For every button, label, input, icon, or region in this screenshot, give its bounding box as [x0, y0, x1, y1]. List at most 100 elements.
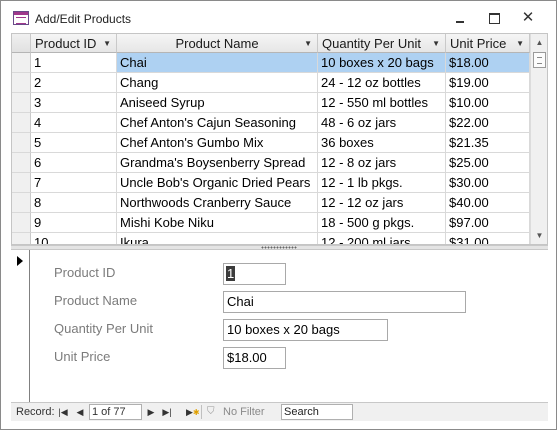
product-name-cell[interactable]: Chang	[117, 73, 318, 93]
table-row[interactable]: 10 Ikura 12 - 200 ml jars $31.00	[12, 233, 530, 244]
quantity-per-unit-field[interactable]: 10 boxes x 20 bags	[223, 319, 388, 341]
product-id-cell[interactable]: 6	[31, 153, 117, 173]
column-header-label: Unit Price	[450, 36, 507, 51]
unit-price-cell[interactable]: $30.00	[446, 173, 530, 193]
minimize-button[interactable]	[449, 9, 471, 27]
table-row[interactable]: 2 Chang 24 - 12 oz bottles $19.00	[12, 73, 530, 93]
vertical-scrollbar[interactable]: ▲ ▼	[530, 34, 547, 244]
row-selector[interactable]	[12, 133, 31, 153]
select-all-corner[interactable]	[12, 34, 31, 53]
chevron-down-icon[interactable]: ▼	[432, 34, 440, 53]
table-row[interactable]: 1 Chai 10 boxes x 20 bags $18.00	[12, 53, 530, 73]
unit-price-cell[interactable]: $18.00	[446, 53, 530, 73]
row-selector[interactable]	[12, 233, 31, 244]
chevron-down-icon[interactable]: ▼	[103, 34, 111, 53]
unit-price-cell[interactable]: $10.00	[446, 93, 530, 113]
product-id-cell[interactable]: 1	[31, 53, 117, 73]
product-name-cell[interactable]: Uncle Bob's Organic Dried Pears	[117, 173, 318, 193]
no-filter-button[interactable]: No Filter	[223, 406, 265, 418]
row-selector[interactable]	[12, 93, 31, 113]
product-id-cell[interactable]: 9	[31, 213, 117, 233]
column-header-label: Product Name	[175, 36, 259, 51]
table-row[interactable]: 7 Uncle Bob's Organic Dried Pears 12 - 1 l…	[12, 173, 530, 193]
product-name-cell[interactable]: Aniseed Syrup	[117, 93, 318, 113]
chevron-down-icon[interactable]: ▼	[516, 34, 524, 53]
product-name-cell[interactable]: Northwoods Cranberry Sauce	[117, 193, 318, 213]
quantity-cell[interactable]: 36 boxes	[318, 133, 446, 153]
row-selector[interactable]	[12, 53, 31, 73]
previous-record-icon[interactable]: ◀	[74, 405, 86, 419]
row-selector[interactable]	[12, 73, 31, 93]
quantity-cell[interactable]: 12 - 12 oz jars	[318, 193, 446, 213]
scroll-thumb[interactable]	[533, 52, 546, 68]
record-selector[interactable]	[11, 250, 30, 402]
unit-price-cell[interactable]: $31.00	[446, 233, 530, 244]
table-row[interactable]: 5 Chef Anton's Gumbo Mix 36 boxes $21.35	[12, 133, 530, 153]
quantity-cell[interactable]: 18 - 500 g pkgs.	[318, 213, 446, 233]
product-name-cell[interactable]: Grandma's Boysenberry Spread	[117, 153, 318, 173]
column-header-product-name[interactable]: Product Name ▼	[117, 34, 318, 53]
unit-price-cell[interactable]: $25.00	[446, 153, 530, 173]
table-row[interactable]: 4 Chef Anton's Cajun Seasoning 48 - 6 oz j…	[12, 113, 530, 133]
row-selector[interactable]	[12, 173, 31, 193]
product-name-cell[interactable]: Mishi Kobe Niku	[117, 213, 318, 233]
product-id-cell[interactable]: 5	[31, 133, 117, 153]
record-label: Record:	[16, 406, 55, 418]
product-id-cell[interactable]: 7	[31, 173, 117, 193]
product-id-field[interactable]: 1	[223, 263, 286, 285]
table-row[interactable]: 6 Grandma's Boysenberry Spread 12 - 8 oz j…	[12, 153, 530, 173]
column-header-quantity-per-unit[interactable]: Quantity Per Unit ▼	[318, 34, 446, 53]
unit-price-cell[interactable]: $21.35	[446, 133, 530, 153]
new-record-icon[interactable]: ▶✱	[186, 405, 200, 420]
quantity-cell[interactable]: 12 - 200 ml jars	[318, 233, 446, 244]
quantity-cell[interactable]: 24 - 12 oz bottles	[318, 73, 446, 93]
maximize-button[interactable]	[483, 9, 505, 27]
first-record-icon[interactable]: |◀	[57, 405, 69, 419]
product-id-cell[interactable]: 10	[31, 233, 117, 244]
table-row[interactable]: 8 Northwoods Cranberry Sauce 12 - 12 oz ja…	[12, 193, 530, 213]
unit-price-cell[interactable]: $40.00	[446, 193, 530, 213]
product-id-cell[interactable]: 3	[31, 93, 117, 113]
product-name-cell[interactable]: Chai	[117, 53, 318, 73]
scroll-down-icon[interactable]: ▼	[531, 227, 547, 244]
product-id-cell[interactable]: 2	[31, 73, 117, 93]
quantity-cell[interactable]: 12 - 8 oz jars	[318, 153, 446, 173]
window-title: Add/Edit Products	[35, 12, 132, 26]
single-form-view: Product ID 1 Product Name Chai Quantity …	[11, 250, 548, 402]
next-record-icon[interactable]: ▶	[145, 405, 157, 419]
scroll-up-icon[interactable]: ▲	[531, 34, 547, 51]
product-name-cell[interactable]: Chef Anton's Gumbo Mix	[117, 133, 318, 153]
unit-price-cell[interactable]: $22.00	[446, 113, 530, 133]
row-selector[interactable]	[12, 213, 31, 233]
column-header-product-id[interactable]: Product ID ▼	[31, 34, 117, 53]
product-id-cell[interactable]: 8	[31, 193, 117, 213]
current-record-icon	[17, 256, 23, 266]
form-icon	[13, 11, 29, 25]
column-header-label: Product ID	[35, 36, 97, 51]
current-record-field[interactable]: 1 of 77	[89, 404, 142, 420]
splitter-grip-icon[interactable]	[261, 246, 297, 249]
column-header-unit-price[interactable]: Unit Price ▼	[446, 34, 530, 53]
quantity-per-unit-label: Quantity Per Unit	[54, 321, 153, 336]
product-name-field[interactable]: Chai	[223, 291, 466, 313]
row-selector[interactable]	[12, 153, 31, 173]
quantity-cell[interactable]: 48 - 6 oz jars	[318, 113, 446, 133]
close-button[interactable]: ✕	[517, 9, 539, 27]
unit-price-cell[interactable]: $97.00	[446, 213, 530, 233]
product-name-cell[interactable]: Chef Anton's Cajun Seasoning	[117, 113, 318, 133]
title-bar: Add/Edit Products ✕	[1, 1, 556, 33]
quantity-cell[interactable]: 12 - 550 ml bottles	[318, 93, 446, 113]
unit-price-cell[interactable]: $19.00	[446, 73, 530, 93]
unit-price-field[interactable]: $18.00	[223, 347, 286, 369]
search-input[interactable]: Search	[281, 404, 353, 420]
quantity-cell[interactable]: 12 - 1 lb pkgs.	[318, 173, 446, 193]
row-selector[interactable]	[12, 193, 31, 213]
product-id-cell[interactable]: 4	[31, 113, 117, 133]
table-row[interactable]: 9 Mishi Kobe Niku 18 - 500 g pkgs. $97.00	[12, 213, 530, 233]
quantity-cell[interactable]: 10 boxes x 20 bags	[318, 53, 446, 73]
product-name-cell[interactable]: Ikura	[117, 233, 318, 244]
last-record-icon[interactable]: ▶|	[161, 405, 173, 419]
chevron-down-icon[interactable]: ▼	[304, 34, 312, 53]
row-selector[interactable]	[12, 113, 31, 133]
table-row[interactable]: 3 Aniseed Syrup 12 - 550 ml bottles $10.00	[12, 93, 530, 113]
